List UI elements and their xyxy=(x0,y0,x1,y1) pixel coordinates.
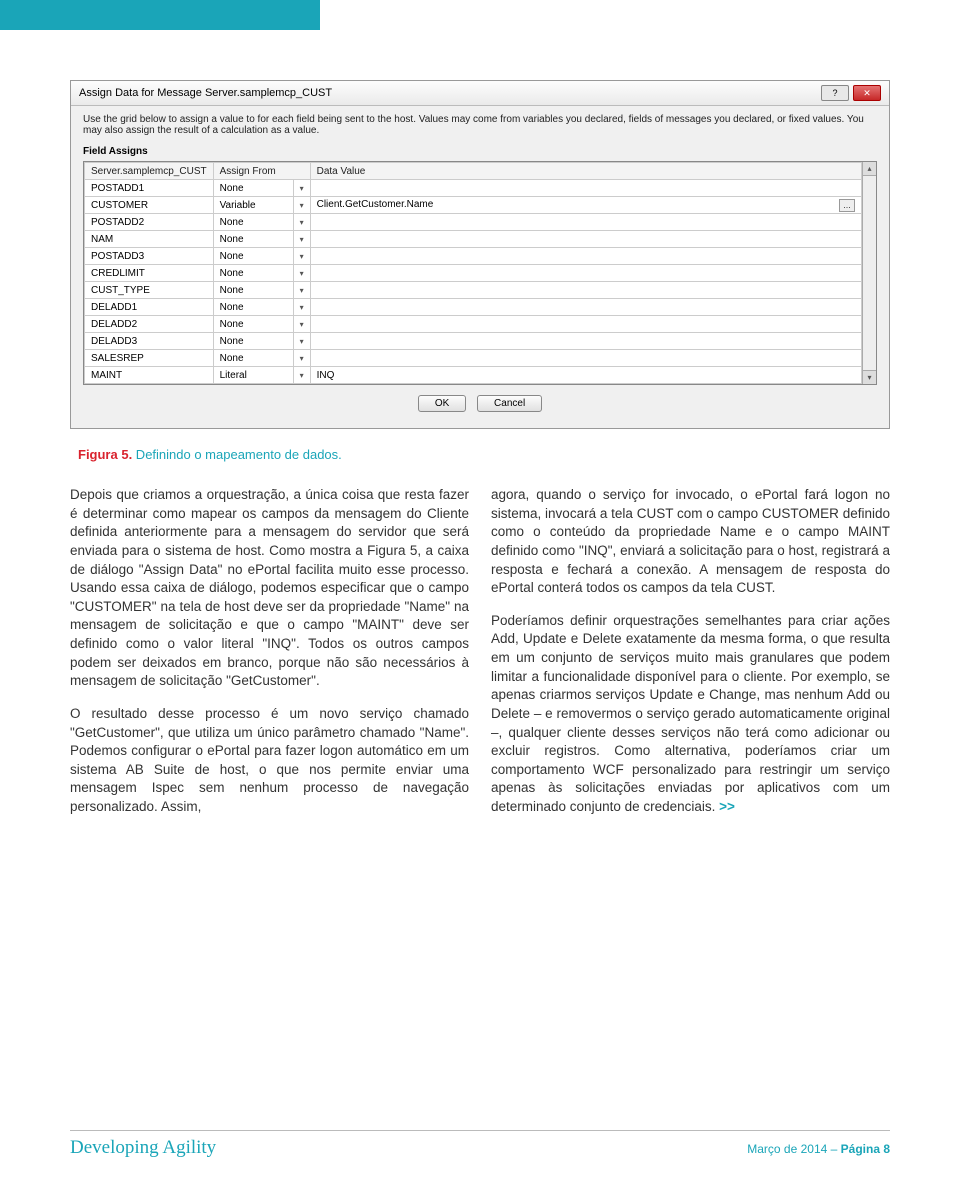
close-button[interactable]: ✕ xyxy=(853,85,881,101)
field-name-cell[interactable]: CUSTOMER xyxy=(85,197,214,214)
ok-button[interactable]: OK xyxy=(418,395,466,412)
table-row: POSTADD3None▾ xyxy=(85,248,862,265)
scroll-down-button[interactable]: ▾ xyxy=(863,370,876,384)
assign-from-cell[interactable]: None xyxy=(213,316,293,333)
header-accent-bar xyxy=(0,0,320,30)
field-name-cell[interactable]: POSTADD1 xyxy=(85,180,214,197)
dropdown-icon[interactable]: ▾ xyxy=(293,316,310,333)
dropdown-icon[interactable]: ▾ xyxy=(293,282,310,299)
dropdown-icon[interactable]: ▾ xyxy=(293,350,310,367)
dropdown-icon[interactable]: ▾ xyxy=(293,367,310,384)
data-value-cell[interactable] xyxy=(310,299,861,316)
data-value-cell[interactable] xyxy=(310,350,861,367)
para-l2: O resultado desse processo é um novo ser… xyxy=(70,705,469,817)
continue-link[interactable]: >> xyxy=(719,799,735,814)
footer-page-info: Março de 2014 – Página 8 xyxy=(747,1142,890,1156)
footer-page-number: Página 8 xyxy=(841,1142,890,1156)
col-header-value[interactable]: Data Value xyxy=(310,163,861,180)
assign-from-cell[interactable]: None xyxy=(213,265,293,282)
col-header-assign[interactable]: Assign From xyxy=(213,163,310,180)
ellipsis-button[interactable]: … xyxy=(839,199,855,212)
data-value-cell[interactable]: INQ xyxy=(310,367,861,384)
field-name-cell[interactable]: CUST_TYPE xyxy=(85,282,214,299)
footer-date: Março de 2014 – xyxy=(747,1142,840,1156)
field-name-cell[interactable]: DELADD3 xyxy=(85,333,214,350)
table-row: SALESREPNone▾ xyxy=(85,350,862,367)
assign-from-cell[interactable]: None xyxy=(213,214,293,231)
scroll-up-button[interactable]: ▴ xyxy=(863,162,876,176)
para-l1: Depois que criamos a orquestração, a úni… xyxy=(70,486,469,691)
help-button[interactable]: ? xyxy=(821,85,849,101)
table-row: CUST_TYPENone▾ xyxy=(85,282,862,299)
figure-number: Figura 5. xyxy=(78,447,132,462)
para-r1: agora, quando o serviço for invocado, o … xyxy=(491,486,890,598)
figure-caption: Figura 5. Definindo o mapeamento de dado… xyxy=(78,447,890,462)
assign-from-cell[interactable]: None xyxy=(213,299,293,316)
vertical-scrollbar[interactable]: ▴ ▾ xyxy=(862,162,876,384)
dropdown-icon[interactable]: ▾ xyxy=(293,231,310,248)
data-value-cell[interactable] xyxy=(310,214,861,231)
dropdown-icon[interactable]: ▾ xyxy=(293,248,310,265)
figure-caption-text: Definindo o mapeamento de dados. xyxy=(132,447,342,462)
assign-from-cell[interactable]: None xyxy=(213,333,293,350)
data-value-cell[interactable]: Client.GetCustomer.Name… xyxy=(310,197,861,214)
data-value-cell[interactable] xyxy=(310,248,861,265)
field-name-cell[interactable]: NAM xyxy=(85,231,214,248)
para-r2: Poderíamos definir orquestrações semelha… xyxy=(491,612,890,817)
dropdown-icon[interactable]: ▾ xyxy=(293,333,310,350)
field-name-cell[interactable]: DELADD2 xyxy=(85,316,214,333)
field-name-cell[interactable]: CREDLIMIT xyxy=(85,265,214,282)
data-value-cell[interactable] xyxy=(310,180,861,197)
assign-from-cell[interactable]: None xyxy=(213,282,293,299)
assign-from-cell[interactable]: None xyxy=(213,231,293,248)
field-name-cell[interactable]: POSTADD2 xyxy=(85,214,214,231)
data-value-cell[interactable] xyxy=(310,282,861,299)
assign-from-cell[interactable]: None xyxy=(213,350,293,367)
dialog-titlebar: Assign Data for Message Server.samplemcp… xyxy=(71,81,889,106)
dialog-instructions: Use the grid below to assign a value to … xyxy=(83,114,877,136)
table-row: DELADD3None▾ xyxy=(85,333,862,350)
dropdown-icon[interactable]: ▾ xyxy=(293,299,310,316)
field-name-cell[interactable]: DELADD1 xyxy=(85,299,214,316)
dialog-title-text: Assign Data for Message Server.samplemcp… xyxy=(79,87,332,99)
assign-from-cell[interactable]: Literal xyxy=(213,367,293,384)
assign-from-cell[interactable]: Variable xyxy=(213,197,293,214)
right-column: agora, quando o serviço for invocado, o … xyxy=(491,486,890,831)
assign-from-cell[interactable]: None xyxy=(213,180,293,197)
dropdown-icon[interactable]: ▾ xyxy=(293,197,310,214)
field-name-cell[interactable]: SALESREP xyxy=(85,350,214,367)
table-row: MAINTLiteral▾INQ xyxy=(85,367,862,384)
table-row: POSTADD1None▾ xyxy=(85,180,862,197)
field-name-cell[interactable]: POSTADD3 xyxy=(85,248,214,265)
para-r2-text: Poderíamos definir orquestrações semelha… xyxy=(491,613,890,814)
footer-title: Developing Agility xyxy=(70,1137,216,1159)
dropdown-icon[interactable]: ▾ xyxy=(293,180,310,197)
table-row: DELADD2None▾ xyxy=(85,316,862,333)
data-value-cell[interactable] xyxy=(310,231,861,248)
table-row: POSTADD2None▾ xyxy=(85,214,862,231)
data-value-cell[interactable] xyxy=(310,265,861,282)
assign-from-cell[interactable]: None xyxy=(213,248,293,265)
field-assigns-label: Field Assigns xyxy=(83,146,877,157)
assign-data-dialog: Assign Data for Message Server.samplemcp… xyxy=(70,80,890,429)
field-name-cell[interactable]: MAINT xyxy=(85,367,214,384)
table-row: DELADD1None▾ xyxy=(85,299,862,316)
col-header-field[interactable]: Server.samplemcp_CUST xyxy=(85,163,214,180)
table-row: NAMNone▾ xyxy=(85,231,862,248)
field-assigns-grid: Server.samplemcp_CUST Assign From Data V… xyxy=(83,161,877,385)
table-row: CREDLIMITNone▾ xyxy=(85,265,862,282)
dropdown-icon[interactable]: ▾ xyxy=(293,265,310,282)
data-value-cell[interactable] xyxy=(310,316,861,333)
dropdown-icon[interactable]: ▾ xyxy=(293,214,310,231)
table-row: CUSTOMERVariable▾Client.GetCustomer.Name… xyxy=(85,197,862,214)
page-footer: Developing Agility Março de 2014 – Págin… xyxy=(70,1130,890,1159)
left-column: Depois que criamos a orquestração, a úni… xyxy=(70,486,469,831)
cancel-button[interactable]: Cancel xyxy=(477,395,542,412)
data-value-cell[interactable] xyxy=(310,333,861,350)
